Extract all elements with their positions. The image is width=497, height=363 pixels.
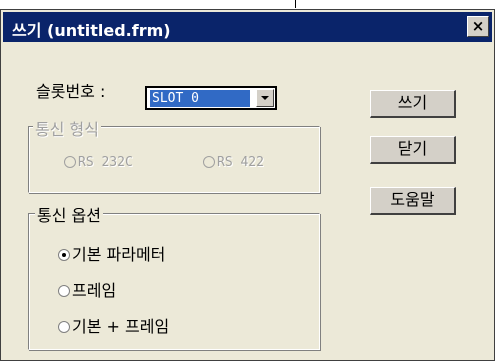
radio-rs232c: RS 232C <box>64 155 133 170</box>
radio-button-icon <box>58 284 70 297</box>
radio-rs422: RS 422 <box>203 155 264 170</box>
comm-type-title: 통신 형식 <box>33 116 101 140</box>
slot-select-value: SLOT 0 <box>149 89 251 108</box>
radio-button-icon <box>203 155 215 168</box>
radio-button-icon <box>64 155 76 168</box>
write-button[interactable]: 쓰기 <box>370 90 456 118</box>
radio-basic-plus-frame-label: 기본 + 프레임 <box>72 317 170 336</box>
close-window-button[interactable]: × <box>467 16 489 37</box>
title-bar[interactable]: 쓰기 (untitled.frm) × <box>3 12 492 42</box>
radio-button-icon <box>58 320 70 333</box>
dialog-window: 쓰기 (untitled.frm) × 슬롯번호 : SLOT 0 통신 형식 … <box>0 9 495 361</box>
slot-select[interactable]: SLOT 0 <box>145 86 277 110</box>
window-title: 쓰기 (untitled.frm) <box>12 21 171 40</box>
radio-frame-label: 프레임 <box>72 281 117 300</box>
help-button[interactable]: 도움말 <box>370 187 456 215</box>
radio-basic-parameter[interactable]: 기본 파라메터 <box>58 241 165 265</box>
chevron-down-icon[interactable] <box>256 89 274 107</box>
comm-options-title: 통신 옵션 <box>35 202 103 226</box>
comm-type-group: 통신 형식 RS 232C RS 422 <box>28 116 320 193</box>
comm-options-group: 통신 옵션 기본 파라메터 프레임 기본 + 프레임 <box>28 202 320 350</box>
radio-checked-icon <box>58 248 70 261</box>
text-cursor-line <box>295 0 296 8</box>
radio-rs232c-label: RS 232C <box>78 155 133 170</box>
radio-basic-plus-frame[interactable]: 기본 + 프레임 <box>58 313 169 337</box>
close-button[interactable]: 닫기 <box>370 136 456 164</box>
radio-rs422-label: RS 422 <box>217 155 264 170</box>
radio-frame[interactable]: 프레임 <box>58 277 116 301</box>
radio-basic-parameter-label: 기본 파라메터 <box>72 245 166 264</box>
slot-number-label: 슬롯번호 : <box>36 82 106 101</box>
